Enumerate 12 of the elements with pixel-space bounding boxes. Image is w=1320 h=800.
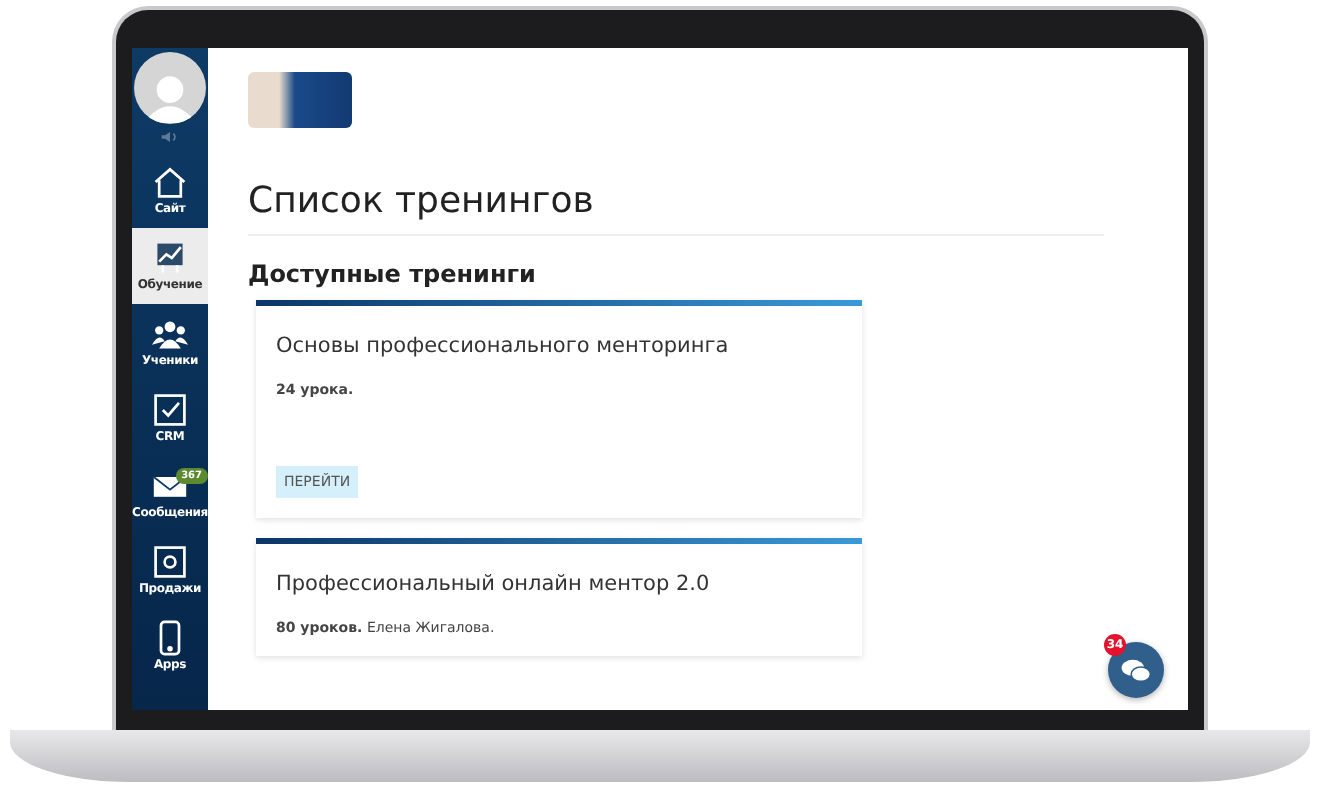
chat-bubbles-icon <box>1120 657 1152 683</box>
page-title: Список тренингов <box>248 180 1104 236</box>
people-icon <box>152 316 188 352</box>
speaker-icon[interactable] <box>160 130 180 144</box>
house-icon <box>152 164 188 200</box>
section-title: Доступные тренинги <box>248 260 538 288</box>
safe-icon <box>152 544 188 580</box>
training-title: Основы профессионального менторинга <box>276 334 731 358</box>
training-title: Профессиональный онлайн ментор 2.0 <box>276 572 712 596</box>
logo-banner-placeholder <box>248 72 352 128</box>
chart-board-icon <box>152 240 188 276</box>
checkbox-icon <box>152 392 188 428</box>
